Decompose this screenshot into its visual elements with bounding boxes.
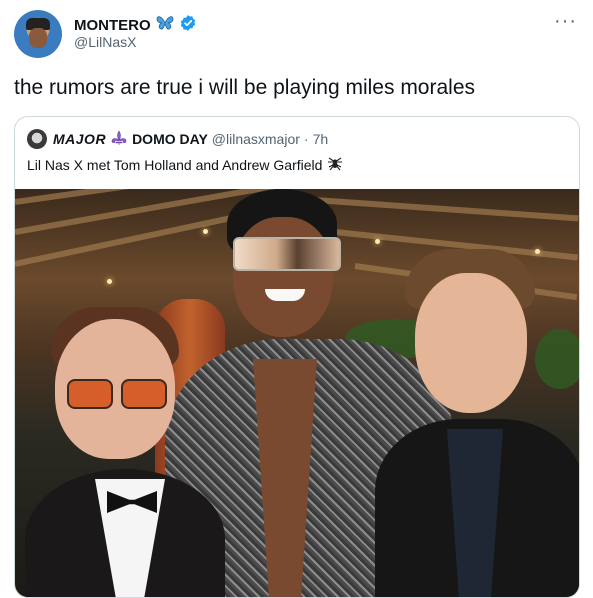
tweet-text: the rumors are true i will be playing mi… xyxy=(14,76,476,99)
quoted-tweet-text: Lil Nas X met Tom Holland and Andrew Gar… xyxy=(27,156,323,173)
author-handle[interactable]: @LilNasX xyxy=(74,34,136,50)
quoted-tweet-card[interactable]: MAJOR DOMO DAY @lilnasxmajor · 7h Lil Na… xyxy=(14,116,580,598)
quoted-tweet-text-row: Lil Nas X met Tom Holland and Andrew Gar… xyxy=(27,155,343,174)
quoted-tweet-header: MAJOR DOMO DAY @lilnasxmajor · 7h xyxy=(27,129,328,149)
verified-badge-icon xyxy=(179,14,197,37)
butterfly-icon xyxy=(156,15,174,36)
quoted-tweet-photo[interactable] xyxy=(15,189,579,597)
quoted-author-avatar[interactable] xyxy=(27,129,47,149)
author-name[interactable]: MONTERO xyxy=(74,17,151,34)
quoted-tweet-time[interactable]: 7h xyxy=(313,131,329,147)
separator-dot: · xyxy=(303,131,309,147)
more-options-icon[interactable]: ··· xyxy=(554,10,577,33)
quoted-author-name-part1[interactable]: MAJOR xyxy=(53,131,106,147)
quoted-author-name-part2[interactable]: DOMO DAY xyxy=(132,131,208,147)
quoted-author-handle[interactable]: @lilnasxmajor xyxy=(212,131,300,147)
fleur-de-lis-icon xyxy=(110,129,128,149)
spider-icon xyxy=(327,155,343,174)
author-avatar[interactable] xyxy=(14,10,62,58)
